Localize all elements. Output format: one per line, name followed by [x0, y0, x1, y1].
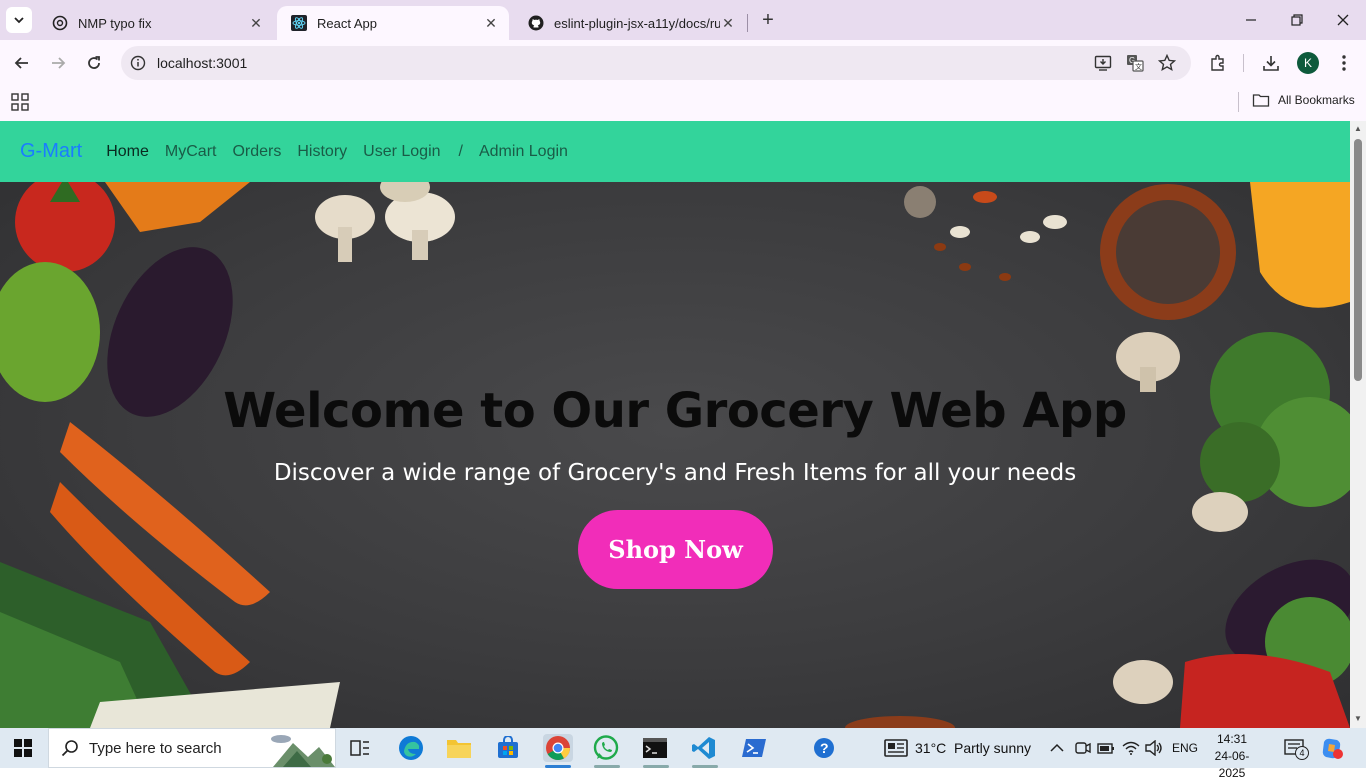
camera-icon[interactable] [1072, 734, 1094, 762]
tab-eslint-docs[interactable]: eslint-plugin-jsx-a11y/docs/rule ✕ [514, 6, 746, 40]
nav-history[interactable]: History [297, 143, 347, 161]
close-icon[interactable]: ✕ [720, 15, 736, 31]
tab-separator [747, 14, 748, 32]
chrome-icon[interactable] [543, 734, 573, 762]
bookmarks-bar: All Bookmarks [0, 86, 1366, 121]
vscode-icon[interactable] [690, 734, 718, 762]
arrow-left-icon [14, 57, 28, 69]
browser-tab-strip: NMP typo fix ✕ React App ✕ eslint-plugin… [0, 0, 1366, 40]
react-icon [291, 15, 307, 31]
volume-icon[interactable] [1143, 734, 1165, 762]
tab-nmp-typo-fix[interactable]: NMP typo fix ✕ [38, 6, 274, 40]
openai-icon [52, 15, 68, 31]
close-window-button[interactable] [1320, 0, 1366, 40]
chevron-down-icon [14, 17, 24, 24]
notification-count-badge: 4 [1295, 746, 1309, 760]
shop-now-button[interactable]: Shop Now [578, 510, 773, 589]
windows-taskbar: Type here to search ? 31°C Partly sunny … [0, 728, 1366, 780]
toolbar-divider [1243, 54, 1244, 72]
search-highlight-illustration-icon [263, 729, 335, 767]
powershell-icon[interactable] [740, 734, 768, 762]
reload-button[interactable] [80, 49, 108, 77]
search-placeholder: Type here to search [89, 739, 222, 757]
file-explorer-icon[interactable] [445, 734, 473, 762]
hero-banner: Welcome to Our Grocery Web App Discover … [0, 182, 1350, 728]
downloads-icon[interactable] [1260, 52, 1282, 74]
close-icon [1337, 14, 1349, 26]
browser-toolbar: localhost:3001 G文 [0, 40, 1366, 86]
windows-start-icon[interactable] [14, 739, 32, 757]
nav-mycart[interactable]: MyCart [165, 143, 217, 161]
apps-grid-icon[interactable] [11, 93, 29, 111]
page-viewport: G-Mart Home MyCart Orders History User L… [0, 121, 1350, 728]
clock-time: 14:31 [1216, 732, 1248, 746]
bookmarks-divider [1238, 92, 1239, 112]
scrollbar-thumb[interactable] [1354, 139, 1362, 381]
input-language[interactable]: ENG [1172, 741, 1198, 755]
site-info-icon[interactable] [129, 54, 147, 72]
microsoft-store-icon[interactable] [494, 734, 522, 762]
page-scrollbar[interactable]: ▲ ▼ [1350, 121, 1366, 728]
hero-subtitle: Discover a wide range of Grocery's and F… [273, 460, 1077, 486]
nav-admin-login[interactable]: Admin Login [479, 143, 568, 161]
all-bookmarks-label: All Bookmarks [1278, 93, 1355, 107]
tab-title: React App [317, 15, 377, 31]
hero-title: Welcome to Our Grocery Web App [223, 383, 1127, 439]
tab-title: eslint-plugin-jsx-a11y/docs/rule [554, 15, 720, 31]
tab-react-app[interactable]: React App ✕ [277, 6, 509, 40]
weather-temperature[interactable]: 31°C [915, 740, 946, 756]
weather-description[interactable]: Partly sunny [954, 740, 1031, 756]
nav-home[interactable]: Home [106, 143, 149, 161]
app-navbar: G-Mart Home MyCart Orders History User L… [0, 121, 1350, 182]
close-icon[interactable]: ✕ [248, 15, 264, 31]
weather-news-icon[interactable] [882, 734, 910, 762]
search-icon [61, 740, 78, 757]
nav-user-login[interactable]: User Login [363, 143, 440, 161]
back-button[interactable] [8, 49, 36, 77]
svg-text:?: ? [820, 740, 829, 756]
svg-text:文: 文 [1135, 62, 1142, 71]
help-icon[interactable]: ? [810, 734, 838, 762]
all-bookmarks-button[interactable]: All Bookmarks [1252, 92, 1355, 108]
forward-button[interactable] [44, 49, 72, 77]
new-tab-button[interactable]: + [758, 10, 778, 30]
nav-orders[interactable]: Orders [232, 143, 281, 161]
chevron-up-icon[interactable] [1045, 734, 1069, 762]
task-view-icon[interactable] [346, 734, 374, 762]
taskbar-clock[interactable]: 14:31 24-06-2025 [1206, 731, 1258, 782]
taskbar-search[interactable]: Type here to search [48, 728, 336, 768]
tab-search-button[interactable] [6, 7, 32, 33]
translate-icon[interactable]: G文 [1125, 53, 1145, 73]
brand-logo[interactable]: G-Mart [20, 140, 82, 163]
install-app-icon[interactable] [1093, 53, 1113, 73]
minimize-icon [1246, 19, 1256, 21]
restore-button[interactable] [1274, 0, 1320, 40]
bookmark-star-icon[interactable] [1157, 53, 1177, 73]
whatsapp-icon[interactable] [592, 734, 620, 762]
copilot-icon[interactable] [1318, 734, 1346, 762]
restore-icon [1291, 14, 1303, 26]
scroll-down-arrow-icon[interactable]: ▼ [1354, 715, 1362, 723]
arrow-right-icon [52, 57, 66, 69]
battery-icon[interactable] [1095, 734, 1117, 762]
minimize-button[interactable] [1228, 0, 1274, 40]
address-bar[interactable]: localhost:3001 G文 [121, 46, 1191, 80]
github-icon [528, 15, 544, 31]
folder-icon [1252, 94, 1270, 107]
clock-date: 24-06-2025 [1214, 749, 1250, 780]
close-icon[interactable]: ✕ [483, 15, 499, 31]
url-text[interactable]: localhost:3001 [157, 55, 247, 71]
reload-icon [88, 56, 100, 69]
hero-background-vegetables [0, 182, 1350, 728]
edge-icon[interactable] [397, 734, 425, 762]
scroll-up-arrow-icon[interactable]: ▲ [1354, 125, 1362, 133]
extensions-icon[interactable] [1207, 52, 1229, 74]
nav-separator: / [458, 142, 463, 160]
menu-kebab-icon[interactable] [1333, 52, 1355, 74]
tab-title: NMP typo fix [78, 15, 152, 31]
terminal-icon[interactable] [641, 734, 669, 762]
wifi-icon[interactable] [1120, 734, 1142, 762]
profile-avatar[interactable]: K [1297, 52, 1319, 74]
notifications-icon[interactable]: 4 [1282, 734, 1309, 762]
